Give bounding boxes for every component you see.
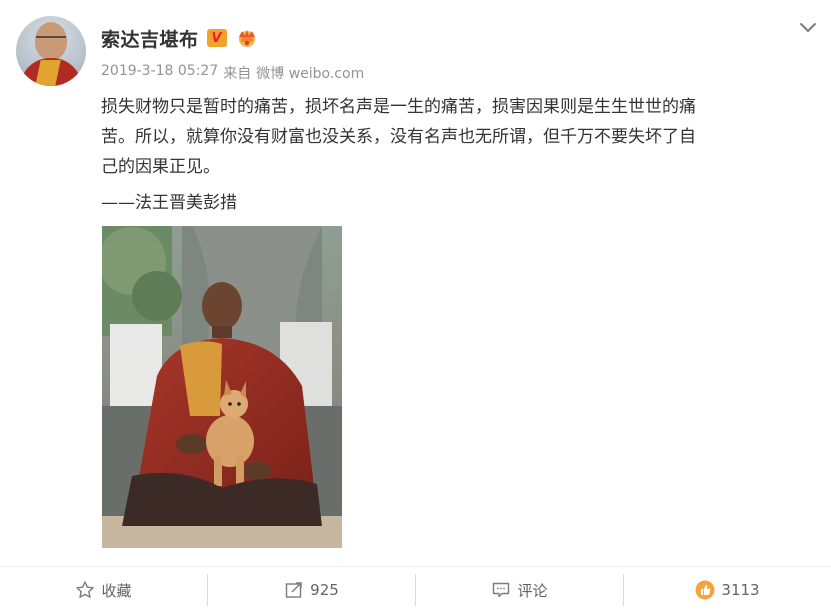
post-source: 微博 weibo.com [256,66,365,82]
repost-button[interactable]: 925 [208,567,415,613]
post-toolbar: 收藏 925 评论 3113 [0,566,831,613]
share-icon [284,580,304,600]
monk-avatar-icon[interactable] [16,16,86,86]
post-signature: ——法王晋美彭措 [101,193,237,213]
like-count: 3113 [721,581,760,599]
like-button[interactable]: 3113 [624,567,831,613]
weibo-post: 索达吉堪布 V 2019-3-18 05:27 来自 微博 weibo.com … [0,0,831,613]
favorite-label: 收藏 [101,581,132,600]
post-photo[interactable] [102,226,342,548]
favorite-button[interactable]: 收藏 [0,567,207,613]
comment-icon [491,580,511,600]
comment-button[interactable]: 评论 [416,567,623,613]
comment-label: 评论 [517,581,548,600]
verified-badge-icon: V [206,29,227,47]
crown-badge-icon[interactable] [235,28,259,48]
content-line: 苦。所以，就算你没有财富也没关系，没有名声也无所谓，但千万不要失坏了自 [101,127,696,147]
star-icon [75,580,95,600]
chevron-down-icon[interactable] [797,16,819,38]
author-row: 索达吉堪布 V [101,24,259,52]
post-content: 损失财物只是暂时的痛苦，损坏名声是一生的痛苦，损害因果则是生生世世的痛 苦。所以… [101,92,813,182]
author-name[interactable]: 索达吉堪布 [101,25,199,52]
source-prefix: 来自 [223,66,252,82]
post-meta: 2019-3-18 05:27 来自 微博 weibo.com [101,63,364,83]
repost-count: 925 [310,581,339,599]
content-line: 己的因果正见。 [101,157,220,177]
post-timestamp[interactable]: 2019-3-18 05:27 [101,63,218,83]
avatar-glasses [36,36,66,42]
content-line: 损失财物只是暂时的痛苦，损坏名声是一生的痛苦，损害因果则是生生世世的痛 [101,97,696,117]
thumbs-up-icon [695,580,715,600]
